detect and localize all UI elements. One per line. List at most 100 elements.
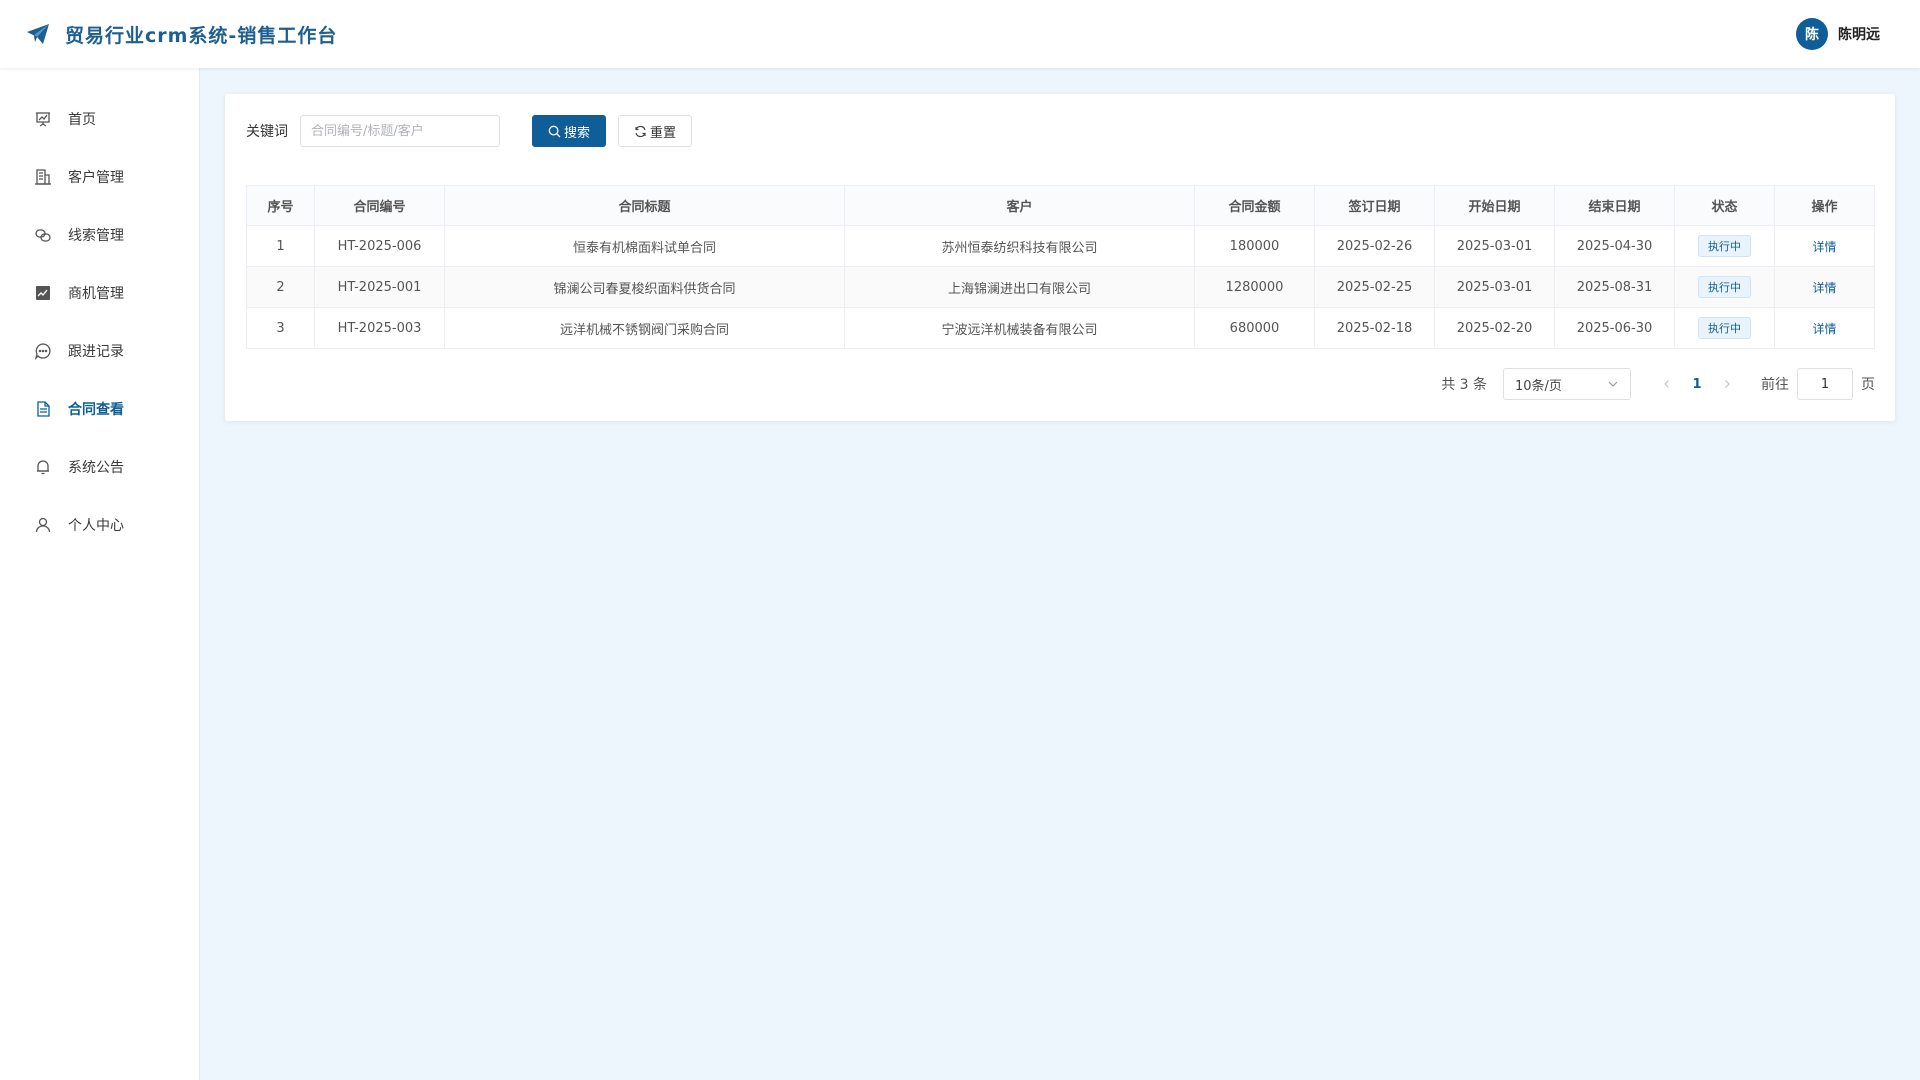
contract-table: 序号 合同编号 合同标题 客户 合同金额 签订日期 开始日期 结束日期 状态 操… bbox=[246, 185, 1875, 349]
column-header: 操作 bbox=[1774, 185, 1875, 226]
status-badge: 执行中 bbox=[1698, 317, 1751, 339]
cell-status: 执行中 bbox=[1674, 266, 1775, 308]
cell-amount: 1280000 bbox=[1194, 266, 1315, 308]
reset-button[interactable]: 重置 bbox=[618, 115, 692, 147]
cell-customer: 宁波远洋机械装备有限公司 bbox=[844, 307, 1195, 349]
cell-start-date: 2025-03-01 bbox=[1434, 266, 1555, 308]
building-icon bbox=[34, 168, 52, 186]
total-count: 共 3 条 bbox=[1441, 377, 1487, 393]
column-header: 合同标题 bbox=[444, 185, 845, 226]
sidebar-item-opportunities[interactable]: 商机管理 bbox=[0, 264, 199, 322]
table-header-row: 序号 合同编号 合同标题 客户 合同金额 签订日期 开始日期 结束日期 状态 操… bbox=[246, 185, 1875, 226]
sidebar-item-label: 系统公告 bbox=[68, 460, 124, 476]
detail-link[interactable]: 详情 bbox=[1812, 240, 1836, 254]
cell-contract-code: HT-2025-003 bbox=[314, 307, 445, 349]
cell-start-date: 2025-02-20 bbox=[1434, 307, 1555, 349]
goto-label: 前往 bbox=[1761, 377, 1789, 393]
cell-contract-title: 锦澜公司春夏梭织面料供货合同 bbox=[444, 266, 845, 308]
sidebar-item-leads[interactable]: 线索管理 bbox=[0, 206, 199, 264]
keyword-search-input[interactable] bbox=[300, 115, 500, 147]
contract-list-card: 关键词 搜索 重置 bbox=[225, 94, 1895, 421]
sidebar-item-label: 跟进记录 bbox=[68, 344, 124, 360]
sidebar-item-customers[interactable]: 客户管理 bbox=[0, 148, 199, 206]
search-button[interactable]: 搜索 bbox=[532, 115, 606, 147]
bell-icon bbox=[34, 458, 52, 476]
chevron-left-icon bbox=[1664, 380, 1669, 388]
cell-end-date: 2025-08-31 bbox=[1554, 266, 1675, 308]
cell-customer: 苏州恒泰纺织科技有限公司 bbox=[844, 225, 1195, 267]
sidebar-item-announcements[interactable]: 系统公告 bbox=[0, 438, 199, 496]
pagination: 共 3 条 10条/页 1 前往 页 bbox=[1441, 368, 1875, 400]
cell-customer: 上海锦澜进出口有限公司 bbox=[844, 266, 1195, 308]
column-header: 序号 bbox=[246, 185, 315, 226]
chat-bubble-icon bbox=[34, 342, 52, 360]
avatar[interactable]: 陈 bbox=[1796, 18, 1828, 50]
cell-index: 1 bbox=[246, 225, 315, 267]
column-header: 客户 bbox=[844, 185, 1195, 226]
sidebar-item-label: 个人中心 bbox=[68, 518, 124, 534]
user-name[interactable]: 陈明远 bbox=[1838, 24, 1880, 44]
table-row: 2 HT-2025-001 锦澜公司春夏梭织面料供货合同 上海锦澜进出口有限公司… bbox=[246, 266, 1875, 308]
cell-contract-code: HT-2025-006 bbox=[314, 225, 445, 267]
cell-sign-date: 2025-02-18 bbox=[1314, 307, 1435, 349]
table-row: 3 HT-2025-003 远洋机械不锈钢阀门采购合同 宁波远洋机械装备有限公司… bbox=[246, 307, 1875, 349]
sidebar-item-followups[interactable]: 跟进记录 bbox=[0, 322, 199, 380]
cell-status: 执行中 bbox=[1674, 225, 1775, 267]
trend-chart-icon bbox=[34, 284, 52, 302]
column-header: 合同金额 bbox=[1194, 185, 1315, 226]
sidebar: 首页 客户管理 线索管理 商机管理 跟进记录 合同查看 系统公告 个人中心 bbox=[0, 68, 200, 1080]
column-header: 合同编号 bbox=[314, 185, 445, 226]
top-header: 贸易行业crm系统-销售工作台 陈 陈明远 bbox=[0, 0, 1920, 68]
cell-amount: 180000 bbox=[1194, 225, 1315, 267]
link-chain-icon bbox=[34, 226, 52, 244]
keyword-label: 关键词 bbox=[246, 124, 288, 140]
cell-sign-date: 2025-02-25 bbox=[1314, 266, 1435, 308]
sidebar-item-profile[interactable]: 个人中心 bbox=[0, 496, 199, 554]
cell-contract-code: HT-2025-001 bbox=[314, 266, 445, 308]
goto-suffix-label: 页 bbox=[1861, 377, 1875, 393]
sidebar-item-contracts[interactable]: 合同查看 bbox=[0, 380, 199, 438]
prev-page-button[interactable] bbox=[1653, 370, 1681, 398]
cell-contract-title: 恒泰有机棉面料试单合同 bbox=[444, 225, 845, 267]
cell-start-date: 2025-03-01 bbox=[1434, 225, 1555, 267]
search-button-label: 搜索 bbox=[563, 125, 590, 141]
cell-index: 2 bbox=[246, 266, 315, 308]
cell-end-date: 2025-06-30 bbox=[1554, 307, 1675, 349]
page-size-value: 10条/页 bbox=[1515, 378, 1562, 394]
paper-plane-icon bbox=[25, 21, 51, 47]
brand: 贸易行业crm系统-销售工作台 bbox=[25, 21, 337, 48]
page-size-select[interactable]: 10条/页 bbox=[1503, 368, 1631, 400]
refresh-icon bbox=[634, 125, 647, 138]
user-menu[interactable]: 陈 陈明远 bbox=[1796, 18, 1880, 50]
detail-link[interactable]: 详情 bbox=[1812, 281, 1836, 295]
cell-contract-title: 远洋机械不锈钢阀门采购合同 bbox=[444, 307, 845, 349]
filter-bar: 关键词 搜索 重置 bbox=[246, 115, 692, 147]
next-page-button[interactable] bbox=[1713, 370, 1741, 398]
app-title: 贸易行业crm系统-销售工作台 bbox=[65, 24, 338, 47]
column-header: 签订日期 bbox=[1314, 185, 1435, 226]
detail-link[interactable]: 详情 bbox=[1812, 322, 1836, 336]
page-number-current[interactable]: 1 bbox=[1687, 377, 1707, 392]
search-icon bbox=[548, 125, 561, 138]
cell-action: 详情 bbox=[1774, 266, 1875, 308]
cell-end-date: 2025-04-30 bbox=[1554, 225, 1675, 267]
sidebar-item-home[interactable]: 首页 bbox=[0, 90, 199, 148]
cell-status: 执行中 bbox=[1674, 307, 1775, 349]
sidebar-item-label: 客户管理 bbox=[68, 170, 124, 186]
cell-action: 详情 bbox=[1774, 307, 1875, 349]
sidebar-item-label: 商机管理 bbox=[68, 286, 124, 302]
cell-sign-date: 2025-02-26 bbox=[1314, 225, 1435, 267]
cell-action: 详情 bbox=[1774, 225, 1875, 267]
cell-amount: 680000 bbox=[1194, 307, 1315, 349]
column-header: 结束日期 bbox=[1554, 185, 1675, 226]
document-icon bbox=[34, 400, 52, 418]
goto-page-input[interactable] bbox=[1797, 368, 1853, 400]
presentation-chart-icon bbox=[34, 110, 52, 128]
chevron-down-icon bbox=[1607, 378, 1619, 390]
cell-index: 3 bbox=[246, 307, 315, 349]
column-header: 开始日期 bbox=[1434, 185, 1555, 226]
sidebar-item-label: 首页 bbox=[68, 112, 96, 128]
column-header: 状态 bbox=[1674, 185, 1775, 226]
chevron-right-icon bbox=[1725, 380, 1730, 388]
sidebar-item-label: 合同查看 bbox=[68, 402, 124, 418]
